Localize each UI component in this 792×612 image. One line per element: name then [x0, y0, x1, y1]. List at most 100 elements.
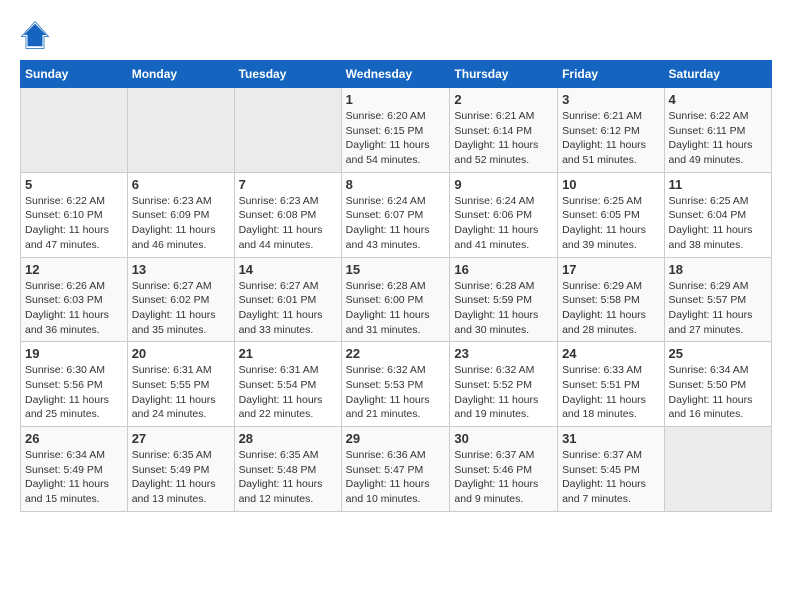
day-info: Sunrise: 6:32 AM Sunset: 5:53 PM Dayligh… [346, 363, 446, 422]
day-number: 19 [25, 346, 123, 361]
calendar-cell: 21 Sunrise: 6:31 AM Sunset: 5:54 PM Dayli… [234, 342, 341, 427]
day-number: 14 [239, 262, 337, 277]
day-info: Sunrise: 6:34 AM Sunset: 5:50 PM Dayligh… [669, 363, 767, 422]
day-number: 12 [25, 262, 123, 277]
calendar-cell: 1 Sunrise: 6:20 AM Sunset: 6:15 PM Daylig… [341, 88, 450, 173]
calendar-cell: 12 Sunrise: 6:26 AM Sunset: 6:03 PM Dayli… [21, 257, 128, 342]
calendar-week-row: 19 Sunrise: 6:30 AM Sunset: 5:56 PM Dayli… [21, 342, 772, 427]
day-info: Sunrise: 6:31 AM Sunset: 5:55 PM Dayligh… [132, 363, 230, 422]
calendar-cell: 4 Sunrise: 6:22 AM Sunset: 6:11 PM Daylig… [664, 88, 771, 173]
day-number: 28 [239, 431, 337, 446]
day-header-wednesday: Wednesday [341, 61, 450, 88]
day-number: 3 [562, 92, 659, 107]
day-number: 2 [454, 92, 553, 107]
logo-icon [20, 20, 50, 50]
day-number: 8 [346, 177, 446, 192]
day-header-saturday: Saturday [664, 61, 771, 88]
day-header-monday: Monday [127, 61, 234, 88]
calendar-cell: 2 Sunrise: 6:21 AM Sunset: 6:14 PM Daylig… [450, 88, 558, 173]
day-number: 29 [346, 431, 446, 446]
calendar-cell: 19 Sunrise: 6:30 AM Sunset: 5:56 PM Dayli… [21, 342, 128, 427]
day-info: Sunrise: 6:34 AM Sunset: 5:49 PM Dayligh… [25, 448, 123, 507]
day-number: 7 [239, 177, 337, 192]
day-info: Sunrise: 6:27 AM Sunset: 6:02 PM Dayligh… [132, 279, 230, 338]
calendar-cell: 6 Sunrise: 6:23 AM Sunset: 6:09 PM Daylig… [127, 172, 234, 257]
calendar-cell: 16 Sunrise: 6:28 AM Sunset: 5:59 PM Dayli… [450, 257, 558, 342]
day-info: Sunrise: 6:33 AM Sunset: 5:51 PM Dayligh… [562, 363, 659, 422]
day-info: Sunrise: 6:35 AM Sunset: 5:49 PM Dayligh… [132, 448, 230, 507]
day-info: Sunrise: 6:30 AM Sunset: 5:56 PM Dayligh… [25, 363, 123, 422]
day-info: Sunrise: 6:21 AM Sunset: 6:14 PM Dayligh… [454, 109, 553, 168]
calendar-cell: 24 Sunrise: 6:33 AM Sunset: 5:51 PM Dayli… [558, 342, 664, 427]
day-header-thursday: Thursday [450, 61, 558, 88]
day-info: Sunrise: 6:37 AM Sunset: 5:45 PM Dayligh… [562, 448, 659, 507]
day-info: Sunrise: 6:37 AM Sunset: 5:46 PM Dayligh… [454, 448, 553, 507]
day-number: 22 [346, 346, 446, 361]
day-number: 13 [132, 262, 230, 277]
day-number: 16 [454, 262, 553, 277]
day-header-friday: Friday [558, 61, 664, 88]
day-info: Sunrise: 6:24 AM Sunset: 6:06 PM Dayligh… [454, 194, 553, 253]
day-number: 17 [562, 262, 659, 277]
calendar-cell: 22 Sunrise: 6:32 AM Sunset: 5:53 PM Dayli… [341, 342, 450, 427]
day-number: 21 [239, 346, 337, 361]
day-info: Sunrise: 6:35 AM Sunset: 5:48 PM Dayligh… [239, 448, 337, 507]
day-number: 6 [132, 177, 230, 192]
day-number: 24 [562, 346, 659, 361]
day-number: 9 [454, 177, 553, 192]
day-number: 11 [669, 177, 767, 192]
calendar-week-row: 26 Sunrise: 6:34 AM Sunset: 5:49 PM Dayli… [21, 427, 772, 512]
day-header-sunday: Sunday [21, 61, 128, 88]
calendar-week-row: 12 Sunrise: 6:26 AM Sunset: 6:03 PM Dayli… [21, 257, 772, 342]
day-info: Sunrise: 6:23 AM Sunset: 6:08 PM Dayligh… [239, 194, 337, 253]
calendar-cell: 27 Sunrise: 6:35 AM Sunset: 5:49 PM Dayli… [127, 427, 234, 512]
day-info: Sunrise: 6:26 AM Sunset: 6:03 PM Dayligh… [25, 279, 123, 338]
day-info: Sunrise: 6:27 AM Sunset: 6:01 PM Dayligh… [239, 279, 337, 338]
day-number: 10 [562, 177, 659, 192]
day-info: Sunrise: 6:32 AM Sunset: 5:52 PM Dayligh… [454, 363, 553, 422]
calendar-week-row: 1 Sunrise: 6:20 AM Sunset: 6:15 PM Daylig… [21, 88, 772, 173]
calendar-cell: 29 Sunrise: 6:36 AM Sunset: 5:47 PM Dayli… [341, 427, 450, 512]
day-info: Sunrise: 6:36 AM Sunset: 5:47 PM Dayligh… [346, 448, 446, 507]
day-info: Sunrise: 6:20 AM Sunset: 6:15 PM Dayligh… [346, 109, 446, 168]
day-number: 30 [454, 431, 553, 446]
day-number: 4 [669, 92, 767, 107]
day-number: 1 [346, 92, 446, 107]
day-number: 15 [346, 262, 446, 277]
calendar-cell: 20 Sunrise: 6:31 AM Sunset: 5:55 PM Dayli… [127, 342, 234, 427]
day-number: 27 [132, 431, 230, 446]
calendar-cell [21, 88, 128, 173]
calendar-cell: 10 Sunrise: 6:25 AM Sunset: 6:05 PM Dayli… [558, 172, 664, 257]
logo [20, 20, 54, 50]
calendar-cell: 15Sunrise: 6:28 AM Sunset: 6:00 PM Dayli… [341, 257, 450, 342]
day-number: 25 [669, 346, 767, 361]
calendar-week-row: 5Sunrise: 6:22 AM Sunset: 6:10 PM Daylig… [21, 172, 772, 257]
calendar-cell: 25 Sunrise: 6:34 AM Sunset: 5:50 PM Dayli… [664, 342, 771, 427]
day-number: 26 [25, 431, 123, 446]
calendar-cell: 9 Sunrise: 6:24 AM Sunset: 6:06 PM Daylig… [450, 172, 558, 257]
day-info: Sunrise: 6:29 AM Sunset: 5:58 PM Dayligh… [562, 279, 659, 338]
calendar-cell: 13 Sunrise: 6:27 AM Sunset: 6:02 PM Dayli… [127, 257, 234, 342]
calendar-cell: 28 Sunrise: 6:35 AM Sunset: 5:48 PM Dayli… [234, 427, 341, 512]
calendar-cell: 31Sunrise: 6:37 AM Sunset: 5:45 PM Dayli… [558, 427, 664, 512]
day-info: Sunrise: 6:22 AM Sunset: 6:11 PM Dayligh… [669, 109, 767, 168]
day-info: Sunrise: 6:25 AM Sunset: 6:05 PM Dayligh… [562, 194, 659, 253]
day-info: Sunrise: 6:22 AM Sunset: 6:10 PM Dayligh… [25, 194, 123, 253]
day-info: Sunrise: 6:28 AM Sunset: 5:59 PM Dayligh… [454, 279, 553, 338]
calendar-cell [127, 88, 234, 173]
calendar-cell: 18 Sunrise: 6:29 AM Sunset: 5:57 PM Dayli… [664, 257, 771, 342]
day-number: 18 [669, 262, 767, 277]
page-header [20, 20, 772, 50]
day-number: 20 [132, 346, 230, 361]
day-info: Sunrise: 6:31 AM Sunset: 5:54 PM Dayligh… [239, 363, 337, 422]
day-info: Sunrise: 6:21 AM Sunset: 6:12 PM Dayligh… [562, 109, 659, 168]
calendar-cell: 8Sunrise: 6:24 AM Sunset: 6:07 PM Daylig… [341, 172, 450, 257]
calendar-cell: 17 Sunrise: 6:29 AM Sunset: 5:58 PM Dayli… [558, 257, 664, 342]
calendar-cell [664, 427, 771, 512]
calendar-cell: 7 Sunrise: 6:23 AM Sunset: 6:08 PM Daylig… [234, 172, 341, 257]
day-info: Sunrise: 6:29 AM Sunset: 5:57 PM Dayligh… [669, 279, 767, 338]
calendar-table: SundayMondayTuesdayWednesdayThursdayFrid… [20, 60, 772, 512]
calendar-cell: 26 Sunrise: 6:34 AM Sunset: 5:49 PM Dayli… [21, 427, 128, 512]
day-info: Sunrise: 6:23 AM Sunset: 6:09 PM Dayligh… [132, 194, 230, 253]
day-info: Sunrise: 6:25 AM Sunset: 6:04 PM Dayligh… [669, 194, 767, 253]
